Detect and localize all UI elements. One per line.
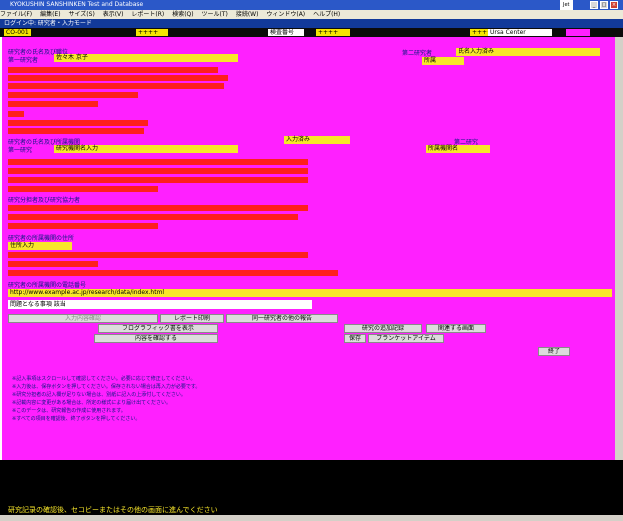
toolbar-search-input[interactable]: Ursa Center bbox=[488, 29, 552, 36]
menu-file[interactable]: ファイル(F) bbox=[0, 11, 32, 18]
q3-entry-row-1[interactable] bbox=[8, 205, 308, 211]
q2-entry-row-1[interactable] bbox=[8, 159, 308, 165]
note-line-2: ※入力後は、保存ボタンを押してください。保存されない場合は再入力が必要です。 bbox=[12, 384, 201, 390]
toolbar: CO-001 ++++ 検査番号 ++++ ++++ Ursa Center bbox=[0, 28, 623, 37]
q1-sub-label: 第一研究者 bbox=[8, 57, 39, 64]
q1-right-badge: 所属 bbox=[422, 57, 464, 65]
tray-label: Jet bbox=[560, 0, 573, 10]
toolbar-badge: CO-001 bbox=[4, 29, 31, 36]
toolbar-color-swatch bbox=[566, 29, 590, 36]
menu-view[interactable]: 表示(V) bbox=[103, 11, 124, 18]
note-line-1: ※記入事項はスクロールして確認してください。必要に応じて修正してください。 bbox=[12, 376, 196, 382]
same-researcher-button[interactable]: 同一研究者の他の報告 bbox=[226, 314, 338, 323]
menu-size[interactable]: サイズ(S) bbox=[68, 11, 94, 18]
form-panel: 研究者の氏名及び職位 第一研究者 佐々木 京子 第二研究者 氏名入力済み 所属 … bbox=[2, 37, 615, 460]
q1-right-value[interactable]: 氏名入力済み bbox=[456, 48, 600, 56]
q1-entry-row-8[interactable] bbox=[8, 128, 144, 134]
q4-entry-row-2[interactable] bbox=[8, 261, 98, 267]
q2-value[interactable]: 研究機関名入力 bbox=[54, 145, 238, 153]
vertical-scrollbar[interactable] bbox=[615, 37, 623, 460]
q1-entry-row-4[interactable] bbox=[8, 92, 138, 98]
q2-entry-row-3[interactable] bbox=[8, 177, 308, 183]
q1-entry-row-7[interactable] bbox=[8, 120, 148, 126]
q1-entry-row-6[interactable] bbox=[8, 111, 24, 117]
confirm-input-button[interactable]: 入力内容確認 bbox=[8, 314, 158, 323]
q4-entry-row-3[interactable] bbox=[8, 270, 338, 276]
verify-content-button[interactable]: 内容を確認する bbox=[94, 334, 218, 343]
menu-edit[interactable]: 編集(E) bbox=[40, 11, 60, 18]
q1-entry-row-2[interactable] bbox=[8, 75, 228, 81]
q1-entry-row-5[interactable] bbox=[8, 101, 98, 107]
toolbar-field-1[interactable]: ++++ bbox=[136, 29, 168, 36]
toolbar-field-4[interactable]: ++++ bbox=[470, 29, 492, 36]
toolbar-field-2[interactable]: 検査番号 bbox=[268, 29, 304, 36]
status-text: 研究記录の確認後、セコビーまたはその他の画面に進んでください bbox=[8, 506, 218, 514]
q2-mid-value[interactable]: 入力済み bbox=[284, 136, 350, 144]
url-field[interactable]: http://www.example.ac.jp/research/data/i… bbox=[8, 289, 612, 297]
q1-value[interactable]: 佐々木 京子 bbox=[54, 54, 238, 62]
q3-entry-row-3[interactable] bbox=[8, 223, 158, 229]
q4-value[interactable]: 住所入力 bbox=[8, 242, 72, 250]
minimize-button[interactable]: _ bbox=[590, 1, 598, 9]
q2-right-value[interactable]: 所属機関名 bbox=[426, 145, 490, 153]
q4-entry-row-1[interactable] bbox=[8, 252, 308, 258]
note-line-3: ※研究分担者の記入欄が足りない場合は、別紙に記入の上添付してください。 bbox=[12, 392, 186, 398]
related-screen-button[interactable]: 関連する画面 bbox=[426, 324, 486, 333]
exit-button[interactable]: 終了 bbox=[538, 347, 570, 356]
menu-window[interactable]: ウィンドウ(A) bbox=[266, 11, 305, 18]
q2-entry-row-4[interactable] bbox=[8, 186, 158, 192]
menu-report[interactable]: レポート(R) bbox=[131, 11, 164, 18]
menu-search[interactable]: 検索(Q) bbox=[172, 11, 193, 18]
q2-sub-label: 第一研究 bbox=[8, 147, 33, 154]
maximize-button[interactable]: □ bbox=[600, 1, 608, 9]
save-button[interactable]: 保存 bbox=[344, 334, 366, 343]
q1-right-label: 第二研究者 bbox=[402, 50, 433, 57]
q1-entry-row-3[interactable] bbox=[8, 83, 224, 89]
note-line-6: ※すべての項目を確認後、終了ボタンを押してください。 bbox=[12, 416, 141, 422]
title-bar: KYOKUSHIN SANSHINKEN Test and Database _… bbox=[0, 0, 623, 10]
problem-field[interactable]: 問題となる事項 該当 bbox=[8, 300, 312, 309]
show-graphic-button[interactable]: フログラフィック書を表示 bbox=[98, 324, 218, 333]
note-line-4: ※記載内容に変更がある場合は、所定の様式により届け出てください。 bbox=[12, 400, 171, 406]
menu-tools[interactable]: ツール(T) bbox=[202, 11, 228, 18]
horizontal-scrollbar[interactable] bbox=[0, 515, 623, 521]
note-line-5: ※このデータは、研究報告の作成に使用されます。 bbox=[12, 408, 126, 414]
close-button[interactable]: × bbox=[610, 1, 618, 9]
q5-label: 研究者の所属機関の電話番号 bbox=[8, 282, 87, 289]
status-panel: 研究記录の確認後、セコビーまたはその他の画面に進んでください bbox=[0, 460, 623, 515]
q3-entry-row-2[interactable] bbox=[8, 214, 298, 220]
q4-label: 研究者の所属機関の住所 bbox=[8, 235, 75, 242]
q3-label: 研究分担者及び研究協力者 bbox=[8, 197, 81, 204]
print-report-button[interactable]: レポート印刷 bbox=[160, 314, 224, 323]
menu-connect[interactable]: 接続(W) bbox=[236, 11, 259, 18]
window-title: KYOKUSHIN SANSHINKEN Test and Database bbox=[10, 1, 144, 8]
add-record-button[interactable]: 研究の追加記録 bbox=[344, 324, 422, 333]
q2-entry-row-2[interactable] bbox=[8, 168, 308, 174]
info-bar: ログイン中: 研究者・入力モード bbox=[0, 19, 623, 28]
q1-entry-row-1[interactable] bbox=[8, 67, 218, 73]
info-bar-text: ログイン中: 研究者・入力モード bbox=[4, 20, 92, 27]
blanket-item-button[interactable]: ブランケットアイテム bbox=[368, 334, 444, 343]
menu-bar: ファイル(F) 編集(E) サイズ(S) 表示(V) レポート(R) 検索(Q)… bbox=[0, 10, 623, 19]
toolbar-field-3[interactable]: ++++ bbox=[316, 29, 350, 36]
menu-help[interactable]: ヘルプ(H) bbox=[313, 11, 340, 18]
